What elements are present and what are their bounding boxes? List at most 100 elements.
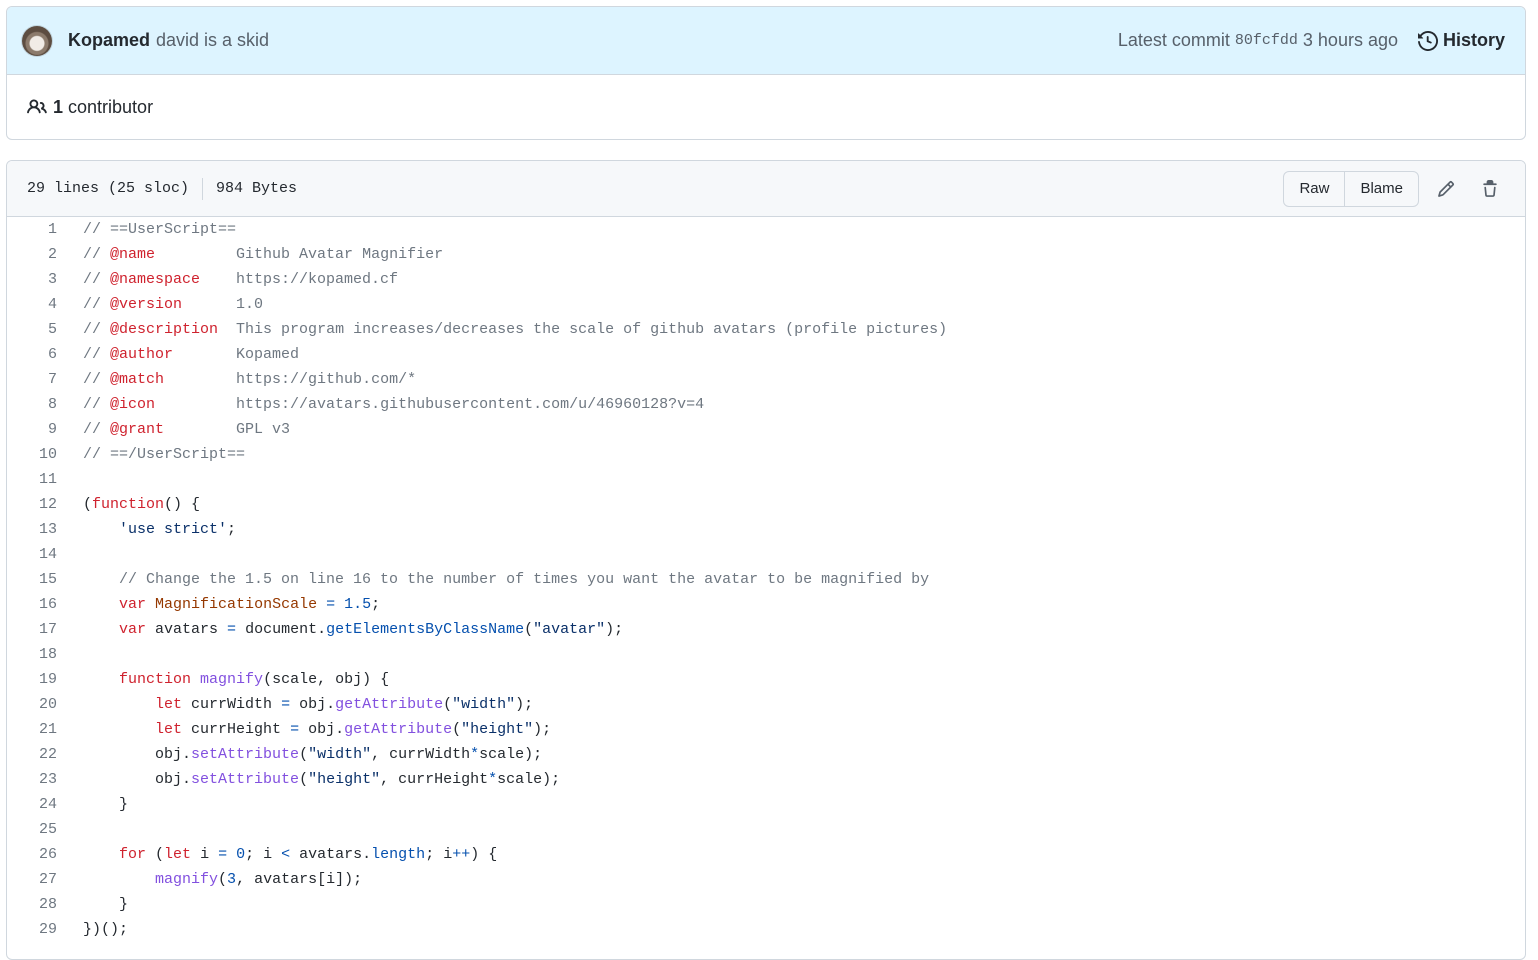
line-content: let currWidth = obj.getAttribute("width"… <box>83 696 533 713</box>
line-number[interactable]: 19 <box>7 671 83 688</box>
line-content: } <box>83 896 128 913</box>
code-line: 25 <box>7 817 1525 842</box>
line-content: // Change the 1.5 on line 16 to the numb… <box>83 571 929 588</box>
code-token: https://kopamed.cf <box>200 271 399 288</box>
contributors-bar[interactable]: 1 contributor <box>7 75 1525 139</box>
code-token: magnify <box>200 671 264 688</box>
code-token: @name <box>110 246 156 263</box>
code-line: 28 } <box>7 892 1525 917</box>
line-number[interactable]: 27 <box>7 871 83 888</box>
line-number[interactable]: 1 <box>7 221 83 238</box>
code-token: Github Avatar Magnifier <box>155 246 444 263</box>
line-number[interactable]: 6 <box>7 346 83 363</box>
line-number[interactable]: 23 <box>7 771 83 788</box>
line-number[interactable]: 25 <box>7 821 83 838</box>
author-avatar[interactable] <box>22 25 52 56</box>
code-token: // <box>83 296 111 313</box>
file-actions-group: Raw Blame <box>1283 170 1419 207</box>
raw-button[interactable]: Raw <box>1284 172 1344 206</box>
line-number[interactable]: 20 <box>7 696 83 713</box>
code-line: 15 // Change the 1.5 on line 16 to the n… <box>7 567 1525 592</box>
line-number[interactable]: 15 <box>7 571 83 588</box>
code-token: * <box>488 771 498 788</box>
line-number[interactable]: 8 <box>7 396 83 413</box>
line-number[interactable]: 28 <box>7 896 83 913</box>
line-number[interactable]: 4 <box>7 296 83 313</box>
code-line: 6// @author Kopamed <box>7 342 1525 367</box>
code-token: // <box>83 321 111 338</box>
line-content: // ==UserScript== <box>83 221 236 238</box>
code-token: Kopamed <box>173 346 300 363</box>
line-number[interactable]: 12 <box>7 496 83 513</box>
code-token: scale); <box>497 771 561 788</box>
code-line: 26 for (let i = 0; i < avatars.length; i… <box>7 842 1525 867</box>
line-number[interactable]: 7 <box>7 371 83 388</box>
line-number[interactable]: 22 <box>7 746 83 763</box>
line-number[interactable]: 21 <box>7 721 83 738</box>
code-token: getAttribute <box>344 721 453 738</box>
code-token: @version <box>110 296 183 313</box>
commit-sha[interactable]: 80fcfdd <box>1235 32 1298 49</box>
code-line: 13 'use strict'; <box>7 517 1525 542</box>
code-token: https://github.com/* <box>164 371 417 388</box>
line-number[interactable]: 9 <box>7 421 83 438</box>
code-line: 21 let currHeight = obj.getAttribute("he… <box>7 717 1525 742</box>
people-icon <box>27 99 47 114</box>
code-token: ; <box>227 521 237 538</box>
line-number[interactable]: 2 <box>7 246 83 263</box>
line-number[interactable]: 10 <box>7 446 83 463</box>
code-token: "width" <box>308 746 372 763</box>
line-number[interactable]: 5 <box>7 321 83 338</box>
line-number[interactable]: 11 <box>7 471 83 488</box>
edit-button[interactable] <box>1429 172 1463 206</box>
latest-commit-bar: Kopamed david is a skid Latest commit 80… <box>7 7 1525 75</box>
code-token: ( <box>299 746 309 763</box>
line-number[interactable]: 26 <box>7 846 83 863</box>
trash-icon <box>1483 179 1497 197</box>
code-token: ; <box>371 596 381 613</box>
line-number[interactable]: 24 <box>7 796 83 813</box>
code-token: let <box>164 846 192 863</box>
code-token: let <box>155 721 183 738</box>
line-content: var MagnificationScale = 1.5; <box>83 596 380 613</box>
line-number[interactable]: 14 <box>7 546 83 563</box>
blame-button[interactable]: Blame <box>1344 171 1418 206</box>
line-content: // @author Kopamed <box>83 346 299 363</box>
line-content: 'use strict'; <box>83 521 236 538</box>
code-token: @grant <box>110 421 165 438</box>
file-lines-info: 29 lines (25 sloc) <box>27 180 190 197</box>
line-content: // @version 1.0 <box>83 296 263 313</box>
line-number[interactable]: 3 <box>7 271 83 288</box>
line-number[interactable]: 18 <box>7 646 83 663</box>
code-line: 7// @match https://github.com/* <box>7 367 1525 392</box>
code-token: obj. <box>83 771 192 788</box>
line-number[interactable]: 17 <box>7 621 83 638</box>
history-link[interactable]: History <box>1417 30 1505 51</box>
code-token: } <box>83 796 129 813</box>
code-line: 9// @grant GPL v3 <box>7 417 1525 442</box>
commit-box: Kopamed david is a skid Latest commit 80… <box>6 6 1526 140</box>
commit-author[interactable]: Kopamed <box>68 30 150 51</box>
divider <box>202 177 204 200</box>
delete-button[interactable] <box>1473 172 1507 206</box>
commit-message[interactable]: david is a skid <box>156 30 269 51</box>
code-token: = <box>290 721 300 738</box>
code-token: // <box>83 396 111 413</box>
code-token: ; i <box>425 846 453 863</box>
line-number[interactable]: 16 <box>7 596 83 613</box>
code-token: } <box>83 896 129 913</box>
code-line: 29})(); <box>7 917 1525 942</box>
code-token: obj. <box>83 746 192 763</box>
code-token: scale); <box>479 746 543 763</box>
code-token: ( <box>524 621 534 638</box>
code-line: 23 obj.setAttribute("height", currHeight… <box>7 767 1525 792</box>
code-token: })(); <box>83 921 129 938</box>
line-number[interactable]: 29 <box>7 921 83 938</box>
code-line: 12 (function() { <box>7 492 1525 517</box>
line-number[interactable]: 13 <box>7 521 83 538</box>
